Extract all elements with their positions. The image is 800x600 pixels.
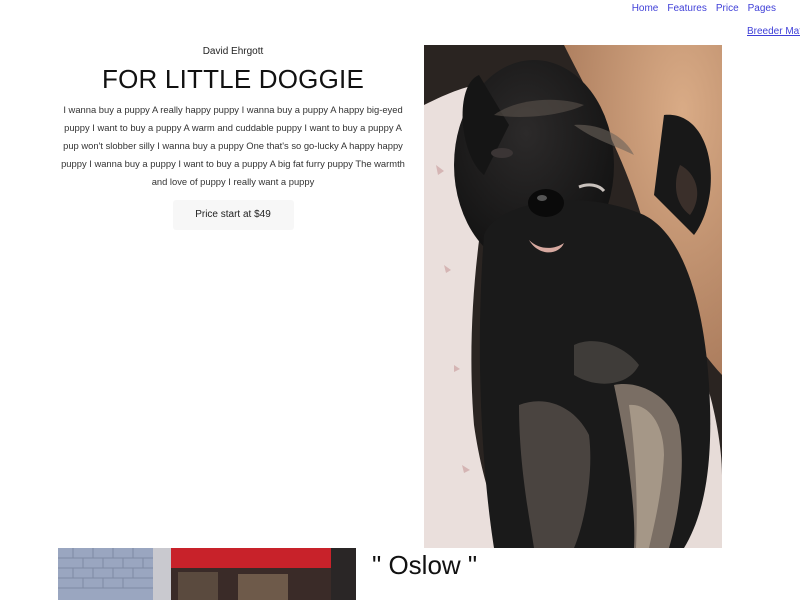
top-nav: Home Features Price Pages <box>632 2 800 16</box>
puppy-photo <box>424 45 722 548</box>
nav-home[interactable]: Home <box>632 2 659 16</box>
author-name: David Ehrgott <box>202 46 264 57</box>
nav-breeder-mate[interactable]: Breeder Mate <box>747 25 800 39</box>
hero-description: I wanna buy a puppy A really happy puppy… <box>61 104 405 187</box>
oslow-photo <box>58 548 356 600</box>
price-button[interactable]: Price start at $49 <box>172 200 294 230</box>
featured-dog-name: " Oslow " <box>372 550 478 580</box>
nav-price[interactable]: Price <box>716 2 739 16</box>
hero-section: David Ehrgott FOR LITTLE DOGGIE I wanna … <box>58 44 408 230</box>
nav-features[interactable]: Features <box>667 2 706 16</box>
page-title: FOR LITTLE DOGGIE <box>102 64 364 94</box>
nav-pages[interactable]: Pages <box>748 2 776 16</box>
